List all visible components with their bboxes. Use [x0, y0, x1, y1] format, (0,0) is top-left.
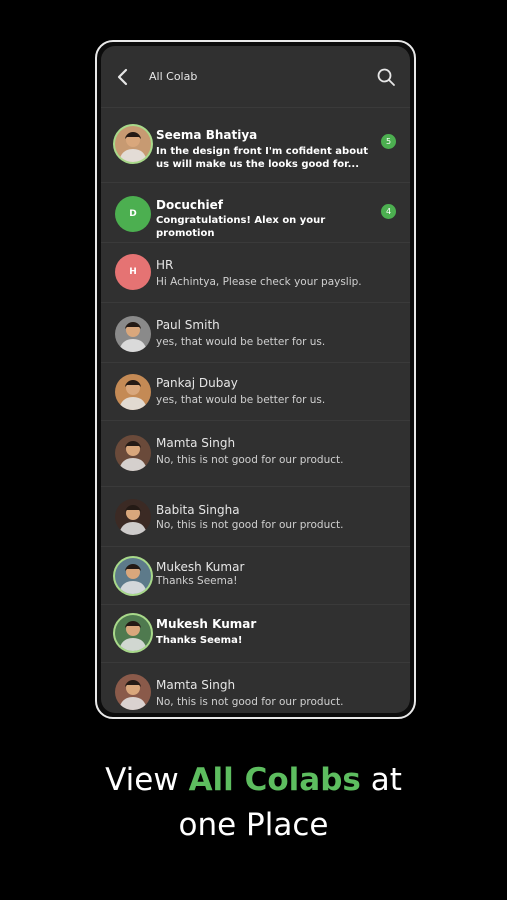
- contact-name: Mamta Singh: [156, 678, 236, 692]
- message-preview: Thanks Seema!: [156, 575, 238, 587]
- caption-line-2: one Place: [178, 807, 329, 843]
- avatar-initial: D: [129, 209, 137, 219]
- page-title: All Colab: [149, 70, 198, 83]
- contact-name: HR: [156, 258, 174, 272]
- list-item[interactable]: Mamta Singh No, this is not good for our …: [101, 420, 410, 487]
- list-item[interactable]: Pankaj Dubay yes, that would be better fo…: [101, 362, 410, 421]
- contact-name: Mukesh Kumar: [156, 617, 257, 631]
- list-item[interactable]: H HR Hi Achintya, Please check your paysli…: [101, 242, 410, 303]
- person-icon: [119, 440, 147, 471]
- person-icon: [119, 321, 147, 352]
- avatar: [115, 674, 151, 710]
- caption-text: View: [105, 762, 189, 798]
- avatar: D: [115, 196, 151, 232]
- message-preview: No, this is not good for our product.: [156, 696, 344, 708]
- list-item[interactable]: Babita Singha No, this is not good for ou…: [101, 486, 410, 547]
- contact-name: Docuchief: [156, 198, 223, 212]
- promo-caption: View All Colabs at one Place: [0, 758, 507, 848]
- list-item[interactable]: D Docuchief Congratulations! Alex on your …: [101, 182, 410, 243]
- message-preview: yes, that would be better for us.: [156, 394, 326, 406]
- caption-highlight: All Colabs: [188, 762, 361, 798]
- contact-name: Babita Singha: [156, 503, 240, 517]
- avatar: H: [115, 254, 151, 290]
- contact-name: Paul Smith: [156, 318, 220, 332]
- list-item[interactable]: Mukesh Kumar Thanks Seema!: [101, 546, 410, 605]
- avatar-initial: H: [129, 267, 137, 277]
- unread-badge: 5: [381, 134, 396, 149]
- contact-name: Pankaj Dubay: [156, 376, 238, 390]
- contact-name: Mamta Singh: [156, 436, 236, 450]
- avatar: [115, 499, 151, 535]
- message-preview: Hi Achintya, Please check your payslip.: [156, 276, 362, 288]
- avatar: [115, 435, 151, 471]
- avatar: [115, 615, 151, 651]
- contact-name: Mukesh Kumar: [156, 560, 245, 574]
- person-icon: [119, 620, 147, 651]
- list-item[interactable]: Mamta Singh No, this is not good for our …: [101, 662, 410, 713]
- unread-badge: 4: [381, 204, 396, 219]
- caption-line-1: View All Colabs at: [0, 758, 507, 803]
- message-preview: yes, that would be better for us.: [156, 336, 326, 348]
- person-icon: [119, 563, 147, 594]
- person-icon: [119, 679, 147, 710]
- person-icon: [119, 131, 147, 162]
- message-preview: Congratulations! Alex on your promotion: [156, 215, 326, 239]
- message-preview: No, this is not good for our product.: [156, 519, 344, 531]
- person-icon: [119, 379, 147, 410]
- chevron-left-icon[interactable]: [113, 67, 133, 87]
- caption-text: at: [360, 762, 402, 798]
- list-item[interactable]: Seema Bhatiya In the design front I'm cof…: [101, 108, 410, 183]
- contact-name: Seema Bhatiya: [156, 128, 258, 142]
- list-item[interactable]: Paul Smith yes, that would be better for …: [101, 302, 410, 363]
- phone-frame: All Colab Seema Bhatiya In the design fro…: [95, 40, 416, 719]
- message-preview: No, this is not good for our product.: [156, 454, 344, 466]
- avatar: [115, 126, 151, 162]
- app-screen: All Colab Seema Bhatiya In the design fro…: [101, 46, 410, 713]
- search-icon[interactable]: [376, 67, 396, 87]
- list-item[interactable]: Mukesh Kumar Thanks Seema!: [101, 604, 410, 663]
- app-header: All Colab: [101, 46, 410, 108]
- message-preview: In the design front I'm cofident about u…: [156, 146, 368, 170]
- person-icon: [119, 504, 147, 535]
- avatar: [115, 316, 151, 352]
- avatar: [115, 374, 151, 410]
- avatar: [115, 558, 151, 594]
- message-preview: Thanks Seema!: [156, 635, 243, 646]
